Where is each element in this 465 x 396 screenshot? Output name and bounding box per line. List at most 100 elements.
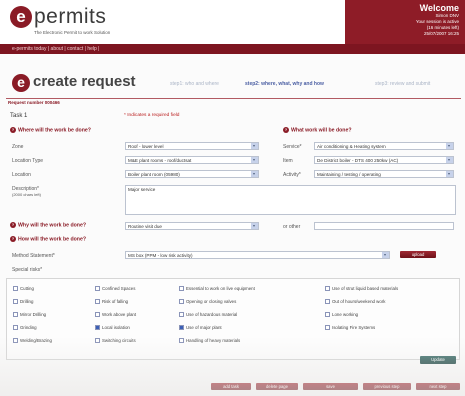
checkbox[interactable]	[13, 312, 18, 318]
step-1[interactable]: step1: who and where	[170, 81, 219, 87]
risk-checkbox[interactable]: Essential to work on live equipment	[179, 285, 255, 292]
checkbox-checked[interactable]	[95, 325, 100, 331]
checkbox[interactable]	[95, 286, 100, 292]
description-textarea[interactable]: Major service	[125, 185, 456, 215]
checkbox[interactable]	[325, 312, 330, 318]
why-value: Routine visit due	[128, 224, 162, 229]
method-select[interactable]: MS box (PPM - low risk activity)	[125, 251, 390, 259]
checkbox[interactable]	[13, 325, 18, 331]
checkbox[interactable]	[179, 338, 184, 344]
why-heading-text: Why will the work be done?	[18, 222, 87, 229]
save-button[interactable]: save	[303, 383, 358, 390]
risk-checkbox[interactable]: Opening or closing valves	[179, 298, 236, 305]
checkbox[interactable]	[95, 299, 100, 305]
page-title: create request	[33, 73, 136, 90]
chevron-down-icon	[251, 171, 258, 177]
risk-checkbox[interactable]: Switching circuits	[95, 337, 136, 344]
checkbox[interactable]	[179, 286, 184, 292]
location-type-select[interactable]: M&E plant rooms - roof/ductsat	[125, 156, 259, 164]
activity-select[interactable]: Maintaining / testing / operating	[314, 170, 454, 178]
nav-links[interactable]: e-permits today | about | contact | help…	[0, 44, 465, 54]
chevron-down-icon	[251, 143, 258, 149]
checkbox[interactable]	[325, 286, 330, 292]
checkbox[interactable]	[179, 299, 184, 305]
checkbox-label: Welding/Brazing	[20, 338, 52, 343]
risk-checkbox[interactable]: Work above plant	[95, 311, 136, 318]
checkbox[interactable]	[95, 338, 100, 344]
checkbox-label: Use of major plant	[186, 325, 222, 330]
next-step-button[interactable]: next step	[416, 383, 460, 390]
why-select[interactable]: Routine visit due	[125, 222, 259, 230]
location-label: Location	[12, 172, 31, 178]
risk-checkbox[interactable]: Drilling	[13, 298, 33, 305]
service-select[interactable]: Air conditioning & Heating system	[314, 142, 454, 150]
risk-checkbox[interactable]: Lone working	[325, 311, 358, 318]
what-heading-text: What work will be done?	[291, 127, 352, 134]
risk-checkbox[interactable]: Mirror Drilling	[13, 311, 46, 318]
chevron-down-icon	[446, 157, 453, 163]
service-value: Air conditioning & Heating system	[317, 144, 386, 149]
item-select[interactable]: De District boiler - DTS 400 250kw (AC)	[314, 156, 454, 164]
checkbox-label: Mirror Drilling	[20, 312, 47, 317]
risk-checkbox[interactable]: Local isolation	[95, 324, 130, 331]
step-3[interactable]: step3: review and submit	[375, 81, 430, 87]
checkbox[interactable]	[325, 299, 330, 305]
item-value: De District boiler - DTS 400 250kw (AC)	[317, 158, 399, 163]
risk-checkbox[interactable]: Use of major plant	[179, 324, 222, 331]
chevron-down-icon	[446, 171, 453, 177]
checkbox-label: Use of hazardous material	[186, 312, 238, 317]
checkbox-label: Drilling	[20, 299, 34, 304]
checkbox[interactable]	[13, 299, 18, 305]
chevron-down-icon	[382, 252, 389, 258]
previous-step-button[interactable]: previous step	[363, 383, 411, 390]
checkbox[interactable]	[13, 286, 18, 292]
add-task-button[interactable]: add task	[211, 383, 251, 390]
item-label: Item	[283, 158, 293, 164]
upload-button[interactable]: upload	[400, 251, 436, 258]
method-value: MS box (PPM - low risk activity)	[128, 253, 193, 258]
risk-checkbox[interactable]: Welding/Brazing	[13, 337, 52, 344]
risk-checkbox[interactable]: Cutting	[13, 285, 34, 292]
location-select[interactable]: Boiler plant room (05980)	[125, 170, 259, 178]
risk-checkbox[interactable]: Use of hazardous material	[179, 311, 237, 318]
required-note: * Indicates a required field	[124, 113, 180, 118]
service-label: Service*	[283, 144, 302, 150]
risk-checkbox[interactable]: Handling of heavy materials	[179, 337, 240, 344]
location-value: Boiler plant room (05980)	[128, 172, 180, 177]
risk-checkbox[interactable]: Risk of falling	[95, 298, 128, 305]
checkbox[interactable]	[179, 312, 184, 318]
delete-page-button[interactable]: delete page	[256, 383, 298, 390]
or-other-label: or other	[283, 224, 301, 230]
checkbox[interactable]	[13, 338, 18, 344]
other-reason-input[interactable]	[314, 222, 454, 230]
method-label: Method Statement*	[12, 253, 55, 259]
info-icon: ?	[10, 127, 16, 133]
checkbox-label: Use of strut liquid based materials	[332, 286, 399, 291]
risk-checkbox[interactable]: Out of hours/weekend work	[325, 298, 385, 305]
special-risks-panel: Cutting Drilling Mirror Drilling Grindin…	[6, 278, 460, 360]
how-heading-text: How will the work be done?	[18, 236, 87, 243]
special-risks-label: Special risks*	[12, 267, 43, 273]
checkbox-label: Lone working	[332, 312, 359, 317]
checkbox-label: Essential to work on live equipment	[186, 286, 255, 291]
zone-select[interactable]: Roof - lower level	[125, 142, 259, 150]
checkbox[interactable]	[95, 312, 100, 318]
task-label: Task 1	[10, 113, 27, 119]
checkbox-label: Work above plant	[102, 312, 137, 317]
checkbox-label: Confined Spaces	[102, 286, 136, 291]
logo-tagline: The Electronic Permit to work Solution	[34, 30, 111, 35]
checkbox-label: Isolating Fire Systems	[332, 325, 376, 330]
risk-checkbox[interactable]: Grinding	[13, 324, 37, 331]
top-bar: e permits The Electronic Permit to work …	[0, 0, 465, 50]
risk-checkbox[interactable]: Use of strut liquid based materials	[325, 285, 398, 292]
welcome-line: 25/07/2007 16:25	[423, 31, 459, 36]
risk-checkbox[interactable]: Confined Spaces	[95, 285, 135, 292]
checkbox[interactable]	[325, 325, 330, 331]
chevron-down-icon	[446, 143, 453, 149]
step-2[interactable]: step2: where, what, why and how	[245, 81, 324, 87]
checkbox-checked[interactable]	[179, 325, 184, 331]
risk-checkbox[interactable]: Isolating Fire Systems	[325, 324, 375, 331]
chevron-down-icon	[251, 157, 258, 163]
update-button[interactable]: Update	[420, 356, 456, 364]
zone-label: Zone	[12, 144, 24, 150]
